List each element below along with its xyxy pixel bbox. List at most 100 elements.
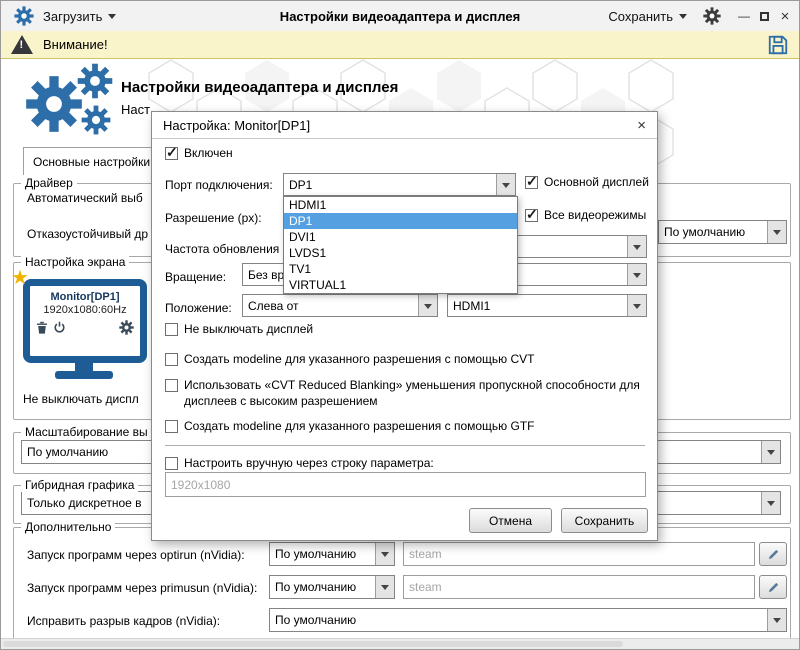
dialog-title-bar[interactable]: Настройка: Monitor[DP1] × <box>152 112 657 139</box>
optirun-select[interactable]: По умолчанию <box>269 542 395 566</box>
monitor-stand-base <box>55 371 113 379</box>
dropdown-arrow-icon[interactable] <box>496 174 515 195</box>
primusun-app-input[interactable] <box>403 575 755 599</box>
checkbox-box <box>165 379 178 392</box>
minimize-button[interactable]: — <box>735 7 753 25</box>
checkbox-label: Использовать «CVT Reduced Blanking» умен… <box>184 378 640 408</box>
failsafe-driver-select[interactable]: По умолчанию <box>658 220 787 244</box>
dropdown-option-hdmi1[interactable]: HDMI1 <box>284 197 517 213</box>
maximize-button[interactable] <box>755 7 773 25</box>
failsafe-driver-value: По умолчанию <box>664 225 746 239</box>
monitor-widget[interactable]: Monitor[DP1] 1920x1080:60Hz <box>23 279 147 363</box>
warning-text: Внимание! <box>43 37 108 52</box>
checkbox-dpms-off[interactable]: Не выключать дисплей <box>165 322 313 338</box>
app-logo-gear-small-top <box>77 63 113 99</box>
dialog-close-button[interactable]: × <box>637 118 646 133</box>
position-label: Положение: <box>165 301 232 315</box>
app-logo-gear-large <box>26 76 82 132</box>
checkbox-label: Создать modeline для указанного разрешен… <box>184 419 535 433</box>
checkbox-manual-modeline[interactable]: Настроить вручную через строку параметра… <box>165 456 434 472</box>
dropdown-arrow-icon[interactable] <box>767 609 786 631</box>
checkbox-label: Создать modeline для указанного разрешен… <box>184 352 535 366</box>
dropdown-option-virtual1[interactable]: VIRTUAL1 <box>284 277 517 293</box>
primusun-edit-button[interactable] <box>759 575 787 599</box>
dropdown-arrow-icon[interactable] <box>767 221 786 243</box>
dropdown-option-lvds1[interactable]: LVDS1 <box>284 245 517 261</box>
dropdown-arrow-icon[interactable] <box>418 295 437 316</box>
checkbox-box <box>525 173 538 190</box>
manual-modeline-input[interactable] <box>165 472 646 497</box>
horizontal-scrollbar[interactable] <box>1 638 799 649</box>
dropdown-arrow-icon[interactable] <box>375 543 394 565</box>
load-menu-button[interactable]: Загрузить <box>43 1 117 31</box>
chevron-down-icon <box>108 14 117 23</box>
group-screen-title: Настройка экрана <box>21 255 130 269</box>
dropdown-arrow-icon[interactable] <box>761 441 780 463</box>
settings-gear-icon[interactable] <box>703 7 721 25</box>
scrollbar-thumb[interactable] <box>3 641 623 647</box>
dropdown-arrow-icon[interactable] <box>627 236 646 257</box>
position-target-value: HDMI1 <box>453 298 491 313</box>
checkbox-all-video-modes[interactable]: Все видеорежимы <box>525 206 646 224</box>
delete-monitor-icon[interactable] <box>36 321 48 334</box>
dropdown-arrow-icon[interactable] <box>761 492 780 514</box>
checkbox-box <box>165 457 178 470</box>
dropdown-arrow-icon[interactable] <box>375 576 394 598</box>
close-button[interactable]: × <box>776 7 794 25</box>
monitor-name: Monitor[DP1] <box>50 291 120 303</box>
port-label: Порт подключения: <box>165 178 273 192</box>
window-title: Настройки видеоадаптера и дисплея <box>279 8 521 24</box>
save-button[interactable]: Сохранить <box>561 508 648 533</box>
cancel-button[interactable]: Отмена <box>469 508 552 533</box>
primusun-select[interactable]: По умолчанию <box>269 575 395 599</box>
rotation-label: Вращение: <box>165 270 227 284</box>
checkbox-label: Основной дисплей <box>544 175 649 189</box>
app-gear-icon[interactable] <box>14 6 34 26</box>
tearing-select[interactable]: По умолчанию <box>269 608 787 632</box>
checkbox-primary-display[interactable]: Основной дисплей <box>525 173 649 191</box>
optirun-app-input[interactable] <box>403 542 755 566</box>
pencil-icon <box>768 582 778 592</box>
monitor-settings-icon[interactable] <box>119 320 134 335</box>
monitor-mode: 1920x1080:60Hz <box>43 304 127 316</box>
checkbox-label: Не выключать дисплей <box>184 322 314 336</box>
resolution-label: Разрешение (px): <box>165 211 262 225</box>
checkbox-monitor-enabled[interactable]: Включен <box>165 144 233 162</box>
monitor-settings-dialog: Настройка: Monitor[DP1] × Включен Порт п… <box>151 111 658 541</box>
optirun-select-value: По умолчанию <box>275 547 357 561</box>
pencil-icon <box>768 549 778 559</box>
checkbox-cvt-modeline[interactable]: Создать modeline для указанного разрешен… <box>165 352 535 368</box>
power-toggle-icon[interactable] <box>53 321 66 334</box>
optirun-edit-button[interactable] <box>759 542 787 566</box>
save-file-icon[interactable] <box>767 34 789 56</box>
dropdown-arrow-icon[interactable] <box>627 295 646 316</box>
checkbox-box <box>525 206 538 223</box>
port-select[interactable]: DP1 <box>283 173 516 196</box>
primusun-label: Запуск программ через primusun (nVidia): <box>27 581 258 595</box>
checkbox-label: Включен <box>184 146 233 160</box>
port-dropdown-list: HDMI1 DP1 DVI1 LVDS1 TV1 VIRTUAL1 <box>283 196 518 294</box>
checkbox-box <box>165 420 178 433</box>
tab-main-settings[interactable]: Основные настройки <box>23 147 165 175</box>
dpms-note-fragment: Не выключать диспл <box>23 392 139 406</box>
position-target-select[interactable]: HDMI1 <box>447 294 647 317</box>
checkbox-box <box>165 323 178 336</box>
dropdown-option-dvi1[interactable]: DVI1 <box>284 229 517 245</box>
group-extra-title: Дополнительно <box>21 520 116 534</box>
optirun-label: Запуск программ через optirun (nVidia): <box>27 548 245 562</box>
dropdown-arrow-icon[interactable] <box>627 264 646 285</box>
save-menu-button[interactable]: Сохранить <box>608 1 687 31</box>
tab-label: Основные настройки <box>33 154 151 169</box>
checkbox-cvt-reduced-blanking[interactable]: Использовать «CVT Reduced Blanking» умен… <box>165 378 645 409</box>
auto-driver-label-fragment: Автоматический выб <box>27 191 143 205</box>
tearing-label: Исправить разрыв кадров (nVidia): <box>27 614 221 628</box>
position-select-value: Слева от <box>248 298 299 313</box>
dropdown-option-tv1[interactable]: TV1 <box>284 261 517 277</box>
save-menu-label: Сохранить <box>608 8 673 24</box>
load-menu-label: Загрузить <box>43 8 103 24</box>
checkbox-gtf-modeline[interactable]: Создать modeline для указанного разрешен… <box>165 419 535 435</box>
dialog-title: Настройка: Monitor[DP1] <box>163 117 311 133</box>
position-select[interactable]: Слева от <box>242 294 438 317</box>
dropdown-option-dp1[interactable]: DP1 <box>284 213 517 229</box>
page-title: Настройки видеоадаптера и дисплея <box>121 79 399 96</box>
